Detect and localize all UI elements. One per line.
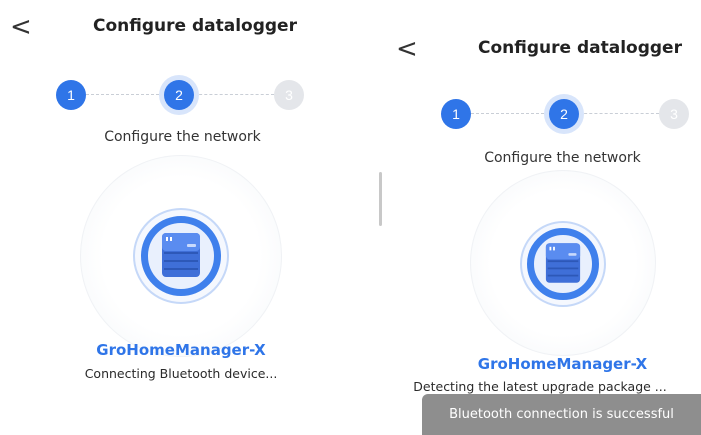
device-name: GroHomeManager-X (96, 341, 266, 359)
step-3: 3 (274, 80, 304, 110)
step-3: 3 (659, 99, 689, 129)
toast-message: Bluetooth connection is successful (422, 394, 701, 435)
back-button[interactable]: < (10, 14, 32, 40)
right-screen: < Configure datalogger 1 2 3 Configure t… (382, 0, 701, 435)
back-button[interactable]: < (396, 36, 418, 62)
stepper: 1 2 3 (56, 77, 306, 113)
datalogger-device-icon (162, 233, 200, 277)
datalogger-device-icon (545, 243, 581, 283)
step-1: 1 (56, 80, 86, 110)
step-2: 2 (549, 99, 579, 129)
connection-status: Connecting Bluetooth device... (84, 366, 278, 381)
upgrade-status: Detecting the latest upgrade package ... (413, 379, 667, 394)
step-connector (194, 94, 274, 95)
step-2: 2 (164, 80, 194, 110)
step-connector (86, 94, 164, 95)
step-caption: Configure the network (104, 129, 261, 145)
step-caption: Configure the network (484, 150, 641, 166)
page-title: Configure datalogger (478, 38, 682, 58)
step-connector (471, 113, 549, 114)
left-screen: < Configure datalogger 1 2 3 Configure t… (0, 0, 365, 435)
device-name: GroHomeManager-X (477, 355, 648, 373)
stepper: 1 2 3 (441, 96, 691, 132)
page-title: Configure datalogger (93, 16, 297, 36)
step-connector (579, 113, 659, 114)
step-1: 1 (441, 99, 471, 129)
